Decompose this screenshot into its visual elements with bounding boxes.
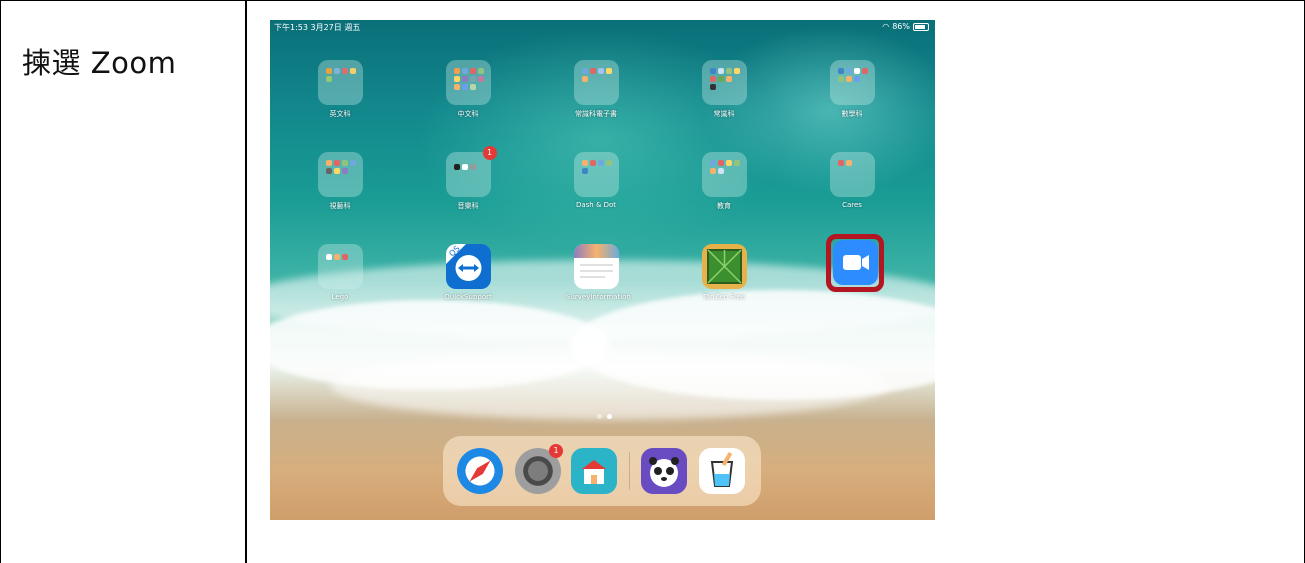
folder-icon: 1: [445, 146, 497, 197]
status-time: 下午1:53 3月27日 週五: [274, 23, 361, 32]
wifi-icon: ◠: [882, 22, 890, 31]
status-indicators: ◠ 86%: [882, 22, 929, 31]
folder-dash-and-dot[interactable]: Dash & Dot: [566, 152, 626, 209]
instruction-text: 揀選 Zoom: [22, 46, 177, 80]
notification-badge: 1: [482, 146, 497, 160]
folder-icon: [829, 60, 875, 105]
folder-general-studies[interactable]: 常識科: [694, 60, 754, 119]
zoom-highlight-frame: [826, 234, 884, 292]
folder-icon: [573, 152, 619, 197]
folder-general-studies-ebook[interactable]: 常識科電子書: [566, 60, 626, 119]
folder-lego[interactable]: Lego: [310, 244, 370, 301]
folder-math[interactable]: 數學科: [822, 60, 882, 119]
folder-visual-arts[interactable]: 視藝科: [310, 152, 370, 211]
folder-icon: [573, 60, 619, 105]
battery-icon: [913, 22, 929, 31]
folder-icon: [445, 60, 491, 105]
settings-icon[interactable]: 1: [515, 444, 563, 494]
battery-percent: 86%: [892, 22, 910, 31]
ipad-home-screen: 下午1:53 3月27日 週五 ◠ 86% 英文科 中文科 常識科電子書 常識科…: [270, 20, 935, 520]
table-column-divider: [245, 0, 247, 563]
folder-icon: [701, 60, 747, 105]
table-top-border: [0, 0, 1305, 1]
folder-icon: [317, 244, 363, 289]
water-glass-game-icon[interactable]: [699, 448, 745, 494]
notification-badge: 1: [549, 444, 563, 458]
survey-information-icon: [573, 244, 619, 289]
app-quicksupport[interactable]: QS QuickSupport: [438, 244, 498, 301]
folder-education[interactable]: 教育: [694, 152, 754, 211]
folder-icon: [701, 152, 747, 197]
folder-icon: [317, 60, 363, 105]
folder-icon: [829, 152, 875, 197]
folder-icon: [317, 152, 363, 197]
tanzen-icon: [701, 244, 747, 289]
school-app-icon[interactable]: [571, 448, 617, 494]
page-indicator: [597, 414, 612, 419]
folder-music[interactable]: 1 音樂科: [438, 146, 498, 211]
dock-separator: [629, 452, 630, 490]
panda-game-icon[interactable]: [641, 448, 687, 494]
app-tanzen-free[interactable]: TanZen Free: [694, 244, 754, 301]
folder-chinese[interactable]: 中文科: [438, 60, 498, 119]
page-dot: [597, 414, 602, 419]
page-dot-active: [607, 414, 612, 419]
app-survey-information[interactable]: SurveyInformation: [566, 244, 631, 301]
table-left-border: [0, 0, 1, 563]
dock: 1: [443, 436, 761, 506]
folder-cares[interactable]: Cares: [822, 152, 882, 209]
safari-icon[interactable]: [457, 448, 503, 494]
folder-english[interactable]: 英文科: [310, 60, 370, 119]
quicksupport-icon: QS: [445, 244, 491, 289]
